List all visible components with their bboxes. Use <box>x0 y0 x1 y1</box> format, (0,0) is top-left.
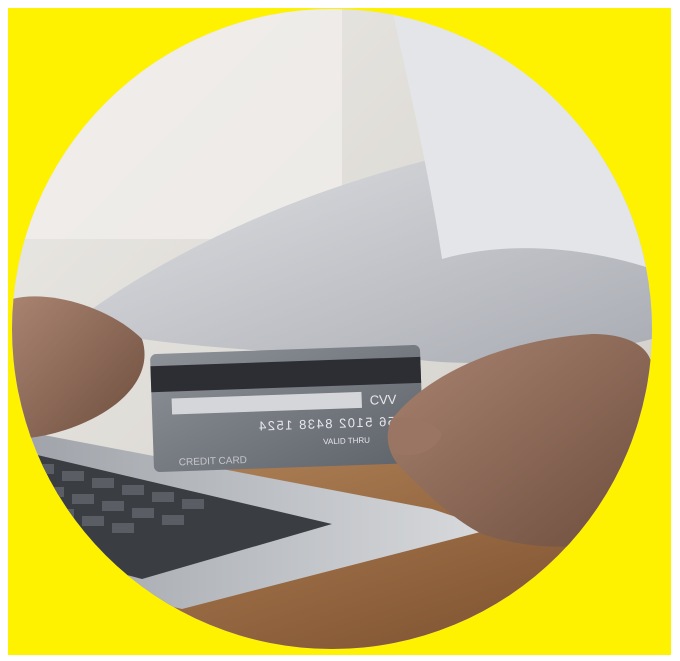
credit-card: CVV 4256 5102 8438 1524 VALID THRU CREDI… <box>150 345 424 472</box>
card-cvv-label: CVV <box>369 392 397 408</box>
card-small-text: VALID THRU <box>323 436 370 447</box>
photo-illustration: CVV 4256 5102 8438 1524 VALID THRU CREDI… <box>12 9 652 649</box>
circular-photo: CVV 4256 5102 8438 1524 VALID THRU CREDI… <box>12 9 652 649</box>
